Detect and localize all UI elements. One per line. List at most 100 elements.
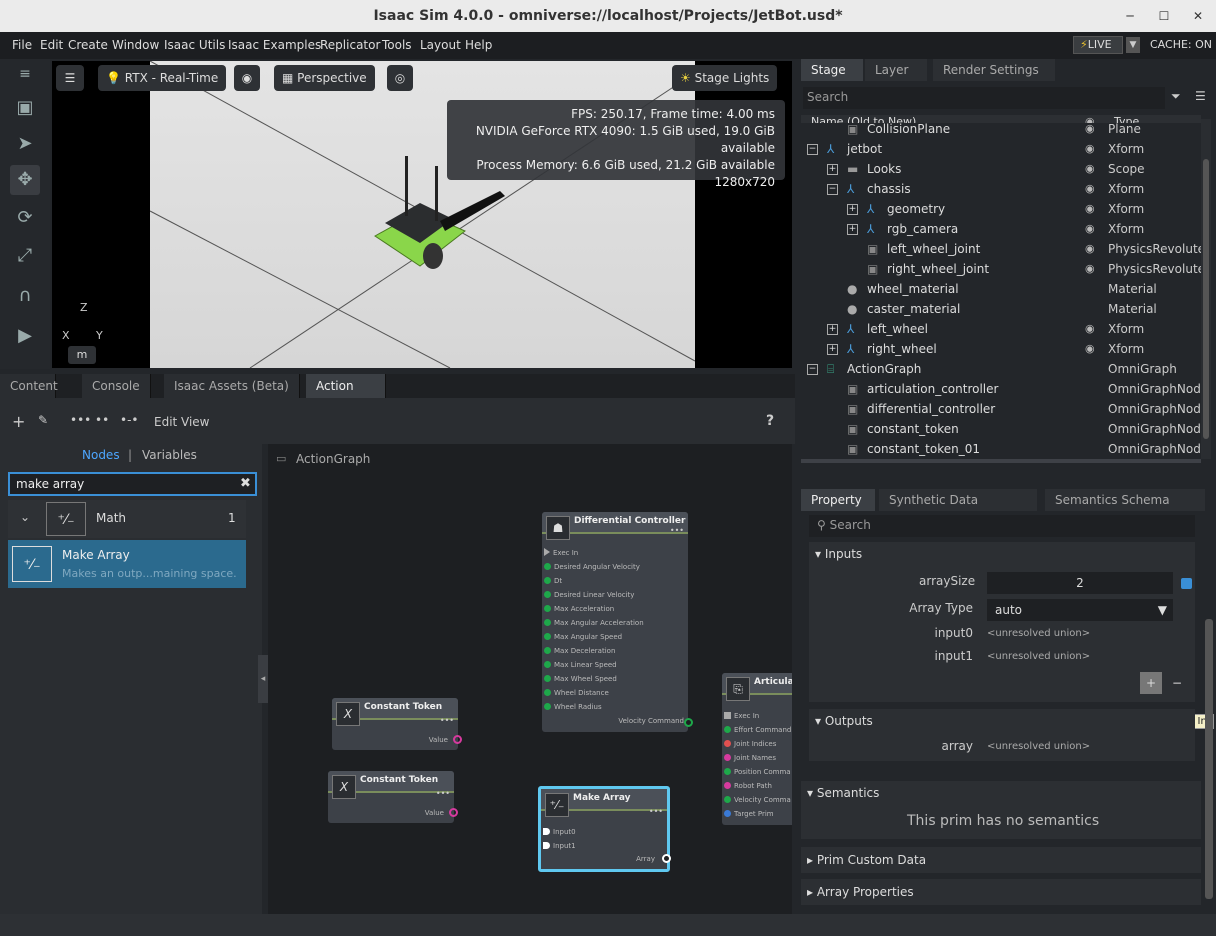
menu-tools[interactable]: Tools — [382, 38, 412, 52]
stage-scrollbar[interactable] — [1201, 119, 1211, 459]
visibility-eye-icon[interactable]: ◉ — [1085, 239, 1095, 259]
settings-sliders-icon[interactable]: ☰ — [56, 65, 84, 91]
minimize-button[interactable]: ─ — [1120, 6, 1140, 26]
pin[interactable]: Desired Angular Velocity — [544, 562, 640, 572]
pin[interactable]: Max Linear Speed — [544, 660, 617, 670]
pin-array[interactable]: Array — [636, 855, 655, 863]
pin[interactable]: Target Prim — [724, 809, 774, 819]
node-menu-icon[interactable]: ••• — [440, 716, 454, 725]
menu-edit[interactable]: Edit — [40, 38, 63, 52]
help-icon[interactable]: ? — [766, 413, 774, 429]
stage-search-input[interactable]: Search — [803, 87, 1165, 109]
expand-icon[interactable]: + — [847, 224, 858, 235]
stage-row-right-wheel-joint[interactable]: ▣ right_wheel_joint ◉ PhysicsRevolute.. — [801, 259, 1201, 279]
stage-row-constant-token[interactable]: ▣ constant_token OmniGraphNode — [801, 419, 1201, 439]
node-menu-icon[interactable]: ••• — [670, 526, 684, 535]
audio-icon[interactable]: ◎ — [387, 65, 413, 91]
visibility-eye-icon[interactable]: ◉ — [1085, 199, 1095, 219]
differential-controller-node[interactable]: ☗ Differential Controller ••• Exec In De… — [542, 512, 688, 732]
stage-row-wheel-material[interactable]: ● wheel_material Material — [801, 279, 1201, 299]
pin[interactable]: Effort Command — [724, 725, 791, 735]
camera-button[interactable]: ▦ Perspective — [274, 65, 375, 91]
connect-dots-icon[interactable]: •-• — [120, 413, 139, 427]
pin[interactable]: Joint Indices — [724, 739, 776, 749]
visibility-eye-icon[interactable]: ◉ — [1085, 319, 1095, 339]
close-button[interactable]: ✕ — [1188, 6, 1208, 26]
graph-canvas[interactable]: ▭ ActionGraph ☗ Differential Controller … — [268, 444, 792, 914]
stage-row-caster-material[interactable]: ● caster_material Material — [801, 299, 1201, 319]
tab-console[interactable]: Console — [82, 374, 151, 398]
pin[interactable]: Max Angular Speed — [544, 632, 622, 642]
stage-row-left-wheel[interactable]: + ⅄ left_wheel ◉ Xform — [801, 319, 1201, 339]
value-output-port[interactable] — [449, 808, 458, 817]
array-output-port[interactable] — [662, 854, 671, 863]
variables-dots-icon[interactable]: •• — [95, 413, 109, 427]
stage-menu-icon[interactable]: ☰ — [1195, 89, 1206, 103]
visibility-eye-icon[interactable]: ◉ — [1085, 259, 1095, 279]
pin[interactable]: Velocity Comma — [724, 795, 791, 805]
menu-help[interactable]: Help — [465, 38, 492, 52]
tab-content[interactable]: Content — [0, 374, 58, 398]
outputs-header[interactable]: ▾ Outputs — [815, 714, 873, 728]
semantics-header[interactable]: ▾ Semantics — [807, 786, 879, 800]
visibility-eye-icon[interactable]: ◉ — [1085, 139, 1095, 159]
pencil-icon[interactable]: ✎ — [38, 413, 48, 427]
pointer-icon[interactable]: ➤ — [10, 129, 40, 159]
select-mode-icon[interactable]: ▣ — [10, 93, 40, 123]
stage-row-jetbot[interactable]: − ⅄ jetbot ◉ Xform — [801, 139, 1201, 159]
pin[interactable]: Desired Linear Velocity — [544, 590, 634, 600]
rotate-icon[interactable]: ⟳ — [10, 203, 40, 233]
eye-icon[interactable]: ◉ — [234, 65, 260, 91]
pin-input0[interactable]: Input0 — [543, 827, 576, 837]
menu-layout[interactable]: Layout — [420, 38, 461, 52]
value-output-port[interactable] — [453, 735, 462, 744]
pin[interactable]: Max Acceleration — [544, 604, 614, 614]
stage-row-right-wheel[interactable]: + ⅄ right_wheel ◉ Xform — [801, 339, 1201, 359]
menu-create[interactable]: Create — [68, 38, 108, 52]
expand-icon[interactable]: + — [827, 164, 838, 175]
stage-row-chassis[interactable]: − ⅄ chassis ◉ Xform — [801, 179, 1201, 199]
view-menu[interactable]: View — [181, 415, 209, 429]
constant-token-node[interactable]: X Constant Token ••• Value — [332, 698, 458, 750]
pin[interactable]: Max Deceleration — [544, 646, 615, 656]
pin-value[interactable]: Value — [429, 736, 448, 744]
menu-isaac-examples[interactable]: Isaac Examples — [228, 38, 321, 52]
pin[interactable]: Wheel Distance — [544, 688, 609, 698]
pin-exec-in[interactable]: Exec In — [724, 711, 759, 721]
stage-row-left-wheel-joint[interactable]: ▣ left_wheel_joint ◉ PhysicsRevolute.. — [801, 239, 1201, 259]
node-menu-icon[interactable]: ••• — [649, 807, 663, 816]
make-array-node[interactable]: ⁺⁄₋ Make Array ••• Input0 Input1 Array — [538, 786, 670, 872]
menu-isaac-utils[interactable]: Isaac Utils — [164, 38, 225, 52]
tab-render-settings[interactable]: Render Settings — [933, 59, 1055, 81]
property-scrollbar[interactable] — [1205, 619, 1213, 899]
expand-icon[interactable]: + — [827, 324, 838, 335]
collapse-icon[interactable]: − — [807, 364, 818, 375]
constant-token-node-01[interactable]: X Constant Token ••• Value — [328, 771, 454, 823]
pin-input1[interactable]: Input1 — [543, 841, 576, 851]
pin-velocity-command[interactable]: Velocity Command — [618, 717, 684, 725]
velocity-output-port[interactable] — [684, 718, 693, 727]
collapse-icon[interactable]: − — [827, 184, 838, 195]
category-row-math[interactable]: ⌄ ⁺⁄₋ Math 1 — [8, 500, 246, 538]
play-icon[interactable]: ▶ — [10, 321, 40, 351]
stage-row-looks[interactable]: + ▬ Looks ◉ Scope — [801, 159, 1201, 179]
articulation-controller-node[interactable]: ⎘ Articulat Exec In Effort Command Joint… — [722, 673, 792, 825]
pin[interactable]: Robot Path — [724, 781, 772, 791]
pin[interactable]: Max Angular Acceleration — [544, 618, 644, 628]
node-result-make-array[interactable]: ⁺⁄₋ Make Array Makes an outp...maining s… — [8, 540, 246, 588]
maximize-button[interactable]: ☐ — [1154, 6, 1174, 26]
stage-row-collisionplane[interactable]: ▣ CollisionPlane ◉ Plane — [801, 123, 1201, 139]
pin[interactable]: Wheel Radius — [544, 702, 602, 712]
pin[interactable]: Dt — [544, 576, 562, 586]
pin-exec-in[interactable]: Exec In — [544, 548, 578, 558]
tab-layer[interactable]: Layer — [865, 59, 927, 81]
clear-search-icon[interactable]: ✖ — [240, 476, 251, 491]
render-mode-button[interactable]: 💡 RTX - Real-Time — [98, 65, 227, 91]
scale-icon[interactable]: ⤢ — [10, 241, 40, 271]
tab-stage[interactable]: Stage — [801, 59, 863, 81]
tab-action-graph[interactable]: Action Graph — [306, 374, 386, 417]
tab-synthetic-data-recorder[interactable]: Synthetic Data Recorder — [879, 489, 1037, 529]
filter-icon[interactable]: ⏷ — [1171, 89, 1181, 104]
collapse-chevron-icon[interactable]: ⌄ — [20, 510, 30, 524]
array-type-dropdown[interactable]: auto ▼ — [987, 599, 1173, 621]
